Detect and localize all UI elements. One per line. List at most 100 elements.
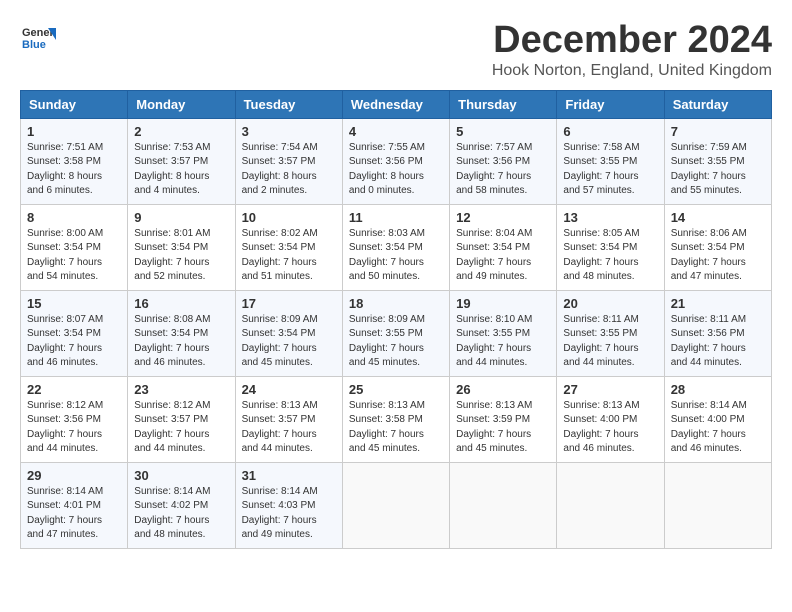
calendar-cell: 31 Sunrise: 8:14 AMSunset: 4:03 PMDaylig… xyxy=(235,462,342,548)
day-number: 19 xyxy=(456,296,550,311)
calendar-cell: 29 Sunrise: 8:14 AMSunset: 4:01 PMDaylig… xyxy=(21,462,128,548)
day-number: 6 xyxy=(563,124,657,139)
day-number: 1 xyxy=(27,124,121,139)
page-header: General Blue December 2024 Hook Norton, … xyxy=(20,20,772,80)
day-info: Sunrise: 8:09 AMSunset: 3:55 PMDaylight:… xyxy=(349,313,443,371)
day-info: Sunrise: 8:07 AMSunset: 3:54 PMDaylight:… xyxy=(27,313,121,371)
col-sunday: Sunday xyxy=(21,90,128,118)
calendar-cell: 10 Sunrise: 8:02 AMSunset: 3:54 PMDaylig… xyxy=(235,204,342,290)
calendar-cell: 20 Sunrise: 8:11 AMSunset: 3:55 PMDaylig… xyxy=(557,290,664,376)
calendar-cell: 16 Sunrise: 8:08 AMSunset: 3:54 PMDaylig… xyxy=(128,290,235,376)
calendar-cell: 3 Sunrise: 7:54 AMSunset: 3:57 PMDayligh… xyxy=(235,118,342,204)
day-info: Sunrise: 8:14 AMSunset: 4:00 PMDaylight:… xyxy=(671,399,765,457)
day-number: 9 xyxy=(134,210,228,225)
day-number: 7 xyxy=(671,124,765,139)
logo: General Blue xyxy=(20,20,56,56)
day-info: Sunrise: 8:10 AMSunset: 3:55 PMDaylight:… xyxy=(456,313,550,371)
day-number: 14 xyxy=(671,210,765,225)
day-info: Sunrise: 8:02 AMSunset: 3:54 PMDaylight:… xyxy=(242,227,336,285)
calendar-cell xyxy=(664,462,771,548)
day-info: Sunrise: 8:06 AMSunset: 3:54 PMDaylight:… xyxy=(671,227,765,285)
calendar-week-1: 1 Sunrise: 7:51 AMSunset: 3:58 PMDayligh… xyxy=(21,118,772,204)
calendar-cell xyxy=(342,462,449,548)
day-info: Sunrise: 7:51 AMSunset: 3:58 PMDaylight:… xyxy=(27,141,121,199)
day-info: Sunrise: 7:58 AMSunset: 3:55 PMDaylight:… xyxy=(563,141,657,199)
day-info: Sunrise: 7:54 AMSunset: 3:57 PMDaylight:… xyxy=(242,141,336,199)
calendar-title: December 2024 xyxy=(492,20,772,62)
day-number: 24 xyxy=(242,382,336,397)
day-number: 22 xyxy=(27,382,121,397)
calendar-week-5: 29 Sunrise: 8:14 AMSunset: 4:01 PMDaylig… xyxy=(21,462,772,548)
day-number: 8 xyxy=(27,210,121,225)
header-row: Sunday Monday Tuesday Wednesday Thursday… xyxy=(21,90,772,118)
calendar-cell: 15 Sunrise: 8:07 AMSunset: 3:54 PMDaylig… xyxy=(21,290,128,376)
day-info: Sunrise: 8:14 AMSunset: 4:01 PMDaylight:… xyxy=(27,485,121,543)
calendar-header: Sunday Monday Tuesday Wednesday Thursday… xyxy=(21,90,772,118)
day-number: 31 xyxy=(242,468,336,483)
day-number: 26 xyxy=(456,382,550,397)
day-info: Sunrise: 8:13 AMSunset: 4:00 PMDaylight:… xyxy=(563,399,657,457)
calendar-cell: 21 Sunrise: 8:11 AMSunset: 3:56 PMDaylig… xyxy=(664,290,771,376)
calendar-cell: 8 Sunrise: 8:00 AMSunset: 3:54 PMDayligh… xyxy=(21,204,128,290)
calendar-week-4: 22 Sunrise: 8:12 AMSunset: 3:56 PMDaylig… xyxy=(21,376,772,462)
day-info: Sunrise: 8:13 AMSunset: 3:58 PMDaylight:… xyxy=(349,399,443,457)
day-info: Sunrise: 8:13 AMSunset: 3:57 PMDaylight:… xyxy=(242,399,336,457)
col-friday: Friday xyxy=(557,90,664,118)
day-number: 4 xyxy=(349,124,443,139)
day-number: 20 xyxy=(563,296,657,311)
col-wednesday: Wednesday xyxy=(342,90,449,118)
calendar-cell: 30 Sunrise: 8:14 AMSunset: 4:02 PMDaylig… xyxy=(128,462,235,548)
day-number: 15 xyxy=(27,296,121,311)
calendar-cell: 1 Sunrise: 7:51 AMSunset: 3:58 PMDayligh… xyxy=(21,118,128,204)
day-number: 10 xyxy=(242,210,336,225)
calendar-cell: 13 Sunrise: 8:05 AMSunset: 3:54 PMDaylig… xyxy=(557,204,664,290)
calendar-cell: 19 Sunrise: 8:10 AMSunset: 3:55 PMDaylig… xyxy=(450,290,557,376)
day-info: Sunrise: 7:53 AMSunset: 3:57 PMDaylight:… xyxy=(134,141,228,199)
day-info: Sunrise: 8:12 AMSunset: 3:56 PMDaylight:… xyxy=(27,399,121,457)
calendar-week-3: 15 Sunrise: 8:07 AMSunset: 3:54 PMDaylig… xyxy=(21,290,772,376)
day-number: 12 xyxy=(456,210,550,225)
day-info: Sunrise: 8:09 AMSunset: 3:54 PMDaylight:… xyxy=(242,313,336,371)
calendar-cell: 26 Sunrise: 8:13 AMSunset: 3:59 PMDaylig… xyxy=(450,376,557,462)
day-number: 18 xyxy=(349,296,443,311)
calendar-cell: 22 Sunrise: 8:12 AMSunset: 3:56 PMDaylig… xyxy=(21,376,128,462)
day-number: 28 xyxy=(671,382,765,397)
day-number: 23 xyxy=(134,382,228,397)
calendar-cell xyxy=(557,462,664,548)
day-number: 2 xyxy=(134,124,228,139)
calendar-cell: 14 Sunrise: 8:06 AMSunset: 3:54 PMDaylig… xyxy=(664,204,771,290)
calendar-cell: 2 Sunrise: 7:53 AMSunset: 3:57 PMDayligh… xyxy=(128,118,235,204)
calendar-week-2: 8 Sunrise: 8:00 AMSunset: 3:54 PMDayligh… xyxy=(21,204,772,290)
calendar-body: 1 Sunrise: 7:51 AMSunset: 3:58 PMDayligh… xyxy=(21,118,772,548)
calendar-cell: 18 Sunrise: 8:09 AMSunset: 3:55 PMDaylig… xyxy=(342,290,449,376)
calendar-cell: 17 Sunrise: 8:09 AMSunset: 3:54 PMDaylig… xyxy=(235,290,342,376)
calendar-cell: 7 Sunrise: 7:59 AMSunset: 3:55 PMDayligh… xyxy=(664,118,771,204)
calendar-table: Sunday Monday Tuesday Wednesday Thursday… xyxy=(20,90,772,549)
day-info: Sunrise: 8:04 AMSunset: 3:54 PMDaylight:… xyxy=(456,227,550,285)
day-info: Sunrise: 8:05 AMSunset: 3:54 PMDaylight:… xyxy=(563,227,657,285)
day-number: 30 xyxy=(134,468,228,483)
logo-icon: General Blue xyxy=(20,20,56,56)
day-info: Sunrise: 8:12 AMSunset: 3:57 PMDaylight:… xyxy=(134,399,228,457)
calendar-subtitle: Hook Norton, England, United Kingdom xyxy=(492,62,772,80)
day-info: Sunrise: 8:00 AMSunset: 3:54 PMDaylight:… xyxy=(27,227,121,285)
day-info: Sunrise: 8:14 AMSunset: 4:02 PMDaylight:… xyxy=(134,485,228,543)
day-info: Sunrise: 8:13 AMSunset: 3:59 PMDaylight:… xyxy=(456,399,550,457)
calendar-cell: 12 Sunrise: 8:04 AMSunset: 3:54 PMDaylig… xyxy=(450,204,557,290)
col-tuesday: Tuesday xyxy=(235,90,342,118)
calendar-cell: 5 Sunrise: 7:57 AMSunset: 3:56 PMDayligh… xyxy=(450,118,557,204)
day-info: Sunrise: 8:01 AMSunset: 3:54 PMDaylight:… xyxy=(134,227,228,285)
day-number: 25 xyxy=(349,382,443,397)
day-info: Sunrise: 8:11 AMSunset: 3:55 PMDaylight:… xyxy=(563,313,657,371)
calendar-cell: 6 Sunrise: 7:58 AMSunset: 3:55 PMDayligh… xyxy=(557,118,664,204)
calendar-cell: 9 Sunrise: 8:01 AMSunset: 3:54 PMDayligh… xyxy=(128,204,235,290)
calendar-cell: 11 Sunrise: 8:03 AMSunset: 3:54 PMDaylig… xyxy=(342,204,449,290)
day-number: 5 xyxy=(456,124,550,139)
day-number: 29 xyxy=(27,468,121,483)
col-saturday: Saturday xyxy=(664,90,771,118)
day-number: 11 xyxy=(349,210,443,225)
svg-text:Blue: Blue xyxy=(22,39,46,51)
day-number: 3 xyxy=(242,124,336,139)
calendar-cell: 25 Sunrise: 8:13 AMSunset: 3:58 PMDaylig… xyxy=(342,376,449,462)
day-number: 16 xyxy=(134,296,228,311)
